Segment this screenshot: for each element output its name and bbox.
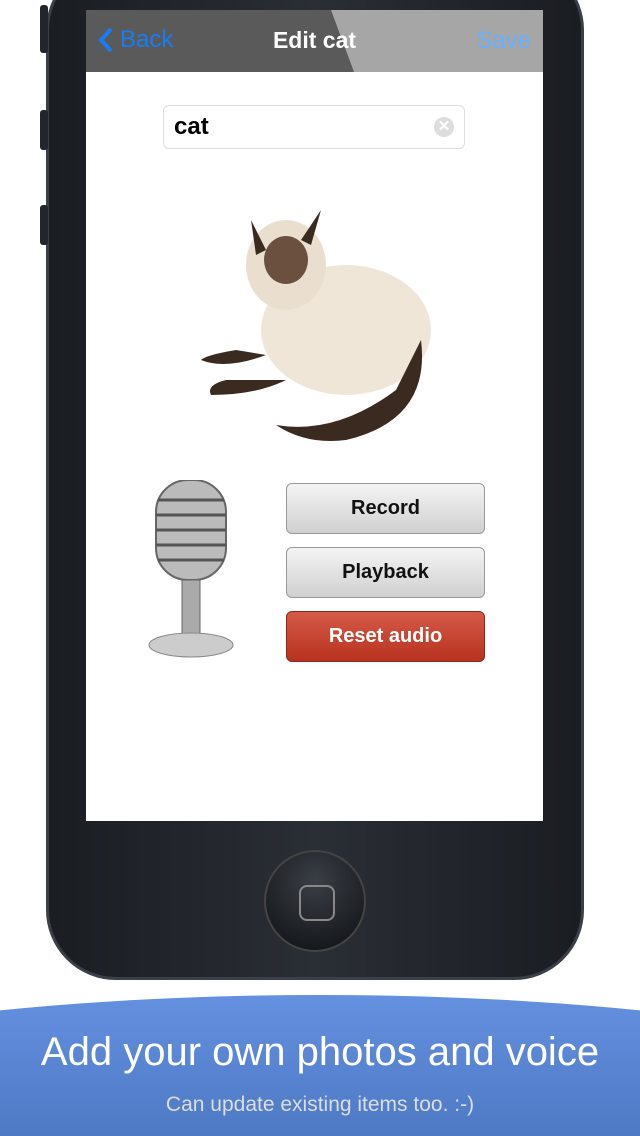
microphone-icon (148, 480, 234, 658)
reset-audio-button[interactable]: Reset audio (286, 611, 485, 662)
volume-up-button (40, 110, 48, 150)
page-title: Edit cat (272, 27, 357, 53)
banner-headline: Add your own photos and voice (40, 1030, 600, 1074)
playback-button[interactable]: Playback (286, 547, 485, 598)
name-input[interactable]: cat ✕ (163, 105, 465, 149)
name-value: cat (174, 113, 209, 140)
home-button[interactable] (264, 850, 366, 952)
volume-down-button (40, 205, 48, 245)
navigation-bar: Back Edit cat Save (86, 10, 543, 72)
screen: Back Edit cat Save cat ✕ Record Playback… (86, 10, 543, 821)
banner-subtitle: Can update existing items too. :-) (165, 1093, 475, 1116)
clear-icon[interactable]: ✕ (434, 117, 454, 137)
cat-photo[interactable] (196, 190, 446, 450)
mute-switch (40, 5, 48, 53)
record-button[interactable]: Record (286, 483, 485, 534)
save-button[interactable]: Save (476, 27, 531, 55)
home-square-icon (299, 885, 335, 921)
